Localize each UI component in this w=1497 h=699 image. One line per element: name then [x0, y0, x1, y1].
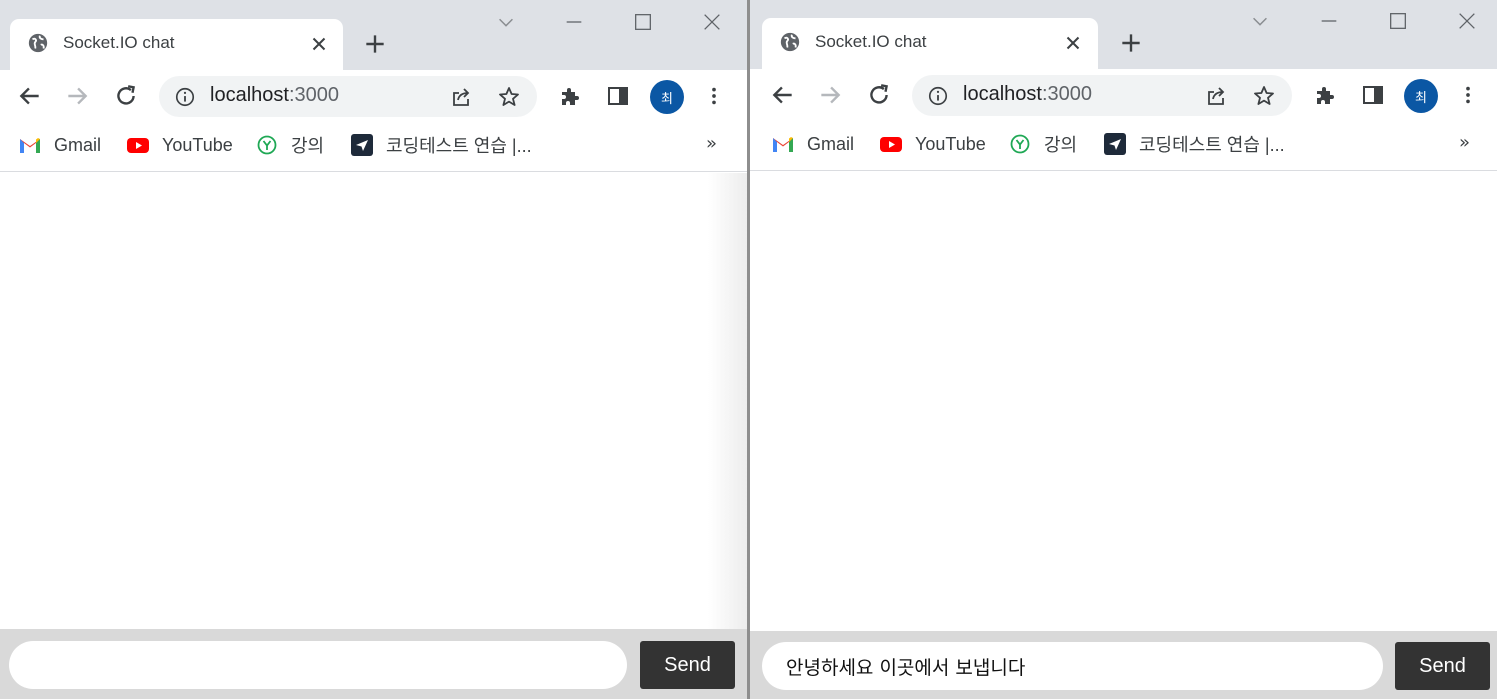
globe-icon: [28, 33, 48, 53]
new-tab-icon[interactable]: [1118, 30, 1144, 56]
reload-icon[interactable]: [113, 83, 139, 109]
reload-icon[interactable]: [866, 82, 892, 108]
bookmark-gmail[interactable]: Gmail: [771, 132, 854, 156]
programmers-icon: [351, 134, 373, 156]
send-button[interactable]: Send: [640, 641, 735, 689]
address-bar[interactable]: localhost:3000: [912, 75, 1292, 116]
close-window-icon[interactable]: [701, 11, 723, 33]
page-edge-shadow: [708, 173, 748, 699]
bookmark-youtube[interactable]: YouTube: [126, 133, 233, 157]
bookmarks-bar: Gmail YouTube 강의 코딩테스트 연습 |... »: [0, 123, 748, 172]
youtube-icon: [127, 138, 149, 153]
youtube-icon: [880, 137, 902, 152]
minimize-icon[interactable]: [1318, 10, 1340, 32]
url-text: localhost:3000: [210, 84, 339, 106]
bookmark-lecture[interactable]: 강의: [255, 133, 324, 157]
bookmark-gmail[interactable]: Gmail: [18, 133, 101, 157]
gmail-icon: [773, 137, 793, 152]
minimize-icon[interactable]: [563, 11, 585, 33]
chat-form: 안녕하세요 이곳에서 보냅니다 Send: [750, 631, 1497, 699]
lecture-icon: [1010, 134, 1030, 154]
tab-strip: Socket.IO chat: [0, 0, 748, 71]
bookmark-lecture[interactable]: 강의: [1008, 132, 1077, 156]
bookmark-programmers[interactable]: 코딩테스트 연습 |...: [1103, 132, 1285, 156]
share-icon[interactable]: [1204, 84, 1228, 108]
bookmark-star-icon[interactable]: [1252, 84, 1276, 108]
tab-search-icon[interactable]: [495, 11, 517, 33]
close-tab-icon[interactable]: [308, 33, 330, 55]
message-input[interactable]: 안녕하세요 이곳에서 보냅니다: [762, 642, 1383, 690]
maximize-icon[interactable]: [632, 11, 654, 33]
message-input[interactable]: [9, 641, 627, 689]
maximize-icon[interactable]: [1387, 10, 1409, 32]
chat-page: Send: [0, 173, 748, 699]
tab-search-icon[interactable]: [1249, 10, 1271, 32]
bookmarks-overflow-button[interactable]: »: [706, 133, 717, 154]
back-icon[interactable]: [770, 82, 796, 108]
profile-avatar[interactable]: 최: [1404, 79, 1438, 113]
globe-icon: [780, 32, 800, 52]
lecture-icon: [257, 135, 277, 155]
programmers-icon: [1104, 133, 1126, 155]
extensions-icon[interactable]: [1313, 83, 1337, 107]
tab-title: Socket.IO chat: [815, 32, 927, 51]
gmail-icon: [20, 138, 40, 153]
more-menu-icon[interactable]: [1457, 83, 1479, 107]
tab-strip: Socket.IO chat: [750, 0, 1497, 70]
browser-toolbar: localhost:3000 최: [0, 70, 748, 123]
bookmark-star-icon[interactable]: [497, 85, 521, 109]
url-text: localhost:3000: [963, 83, 1092, 105]
close-tab-icon[interactable]: [1062, 32, 1084, 54]
browser-tab[interactable]: Socket.IO chat: [10, 19, 343, 71]
more-menu-icon[interactable]: [703, 84, 725, 108]
chat-page: 안녕하세요 이곳에서 보냅니다 Send: [750, 172, 1497, 699]
site-info-icon[interactable]: [174, 86, 196, 108]
address-bar[interactable]: localhost:3000: [159, 76, 537, 117]
extensions-icon[interactable]: [558, 84, 582, 108]
site-info-icon[interactable]: [927, 85, 949, 107]
browser-window-right: Socket.IO chat localhost:3000 최 Gmail Yo…: [750, 0, 1497, 699]
side-panel-icon[interactable]: [1361, 83, 1385, 107]
browser-toolbar: localhost:3000 최: [750, 69, 1497, 122]
profile-avatar[interactable]: 최: [650, 80, 684, 114]
new-tab-icon[interactable]: [362, 31, 388, 57]
side-panel-icon[interactable]: [606, 84, 630, 108]
tab-title: Socket.IO chat: [63, 33, 175, 52]
forward-icon[interactable]: [64, 83, 90, 109]
chat-form: Send: [0, 629, 748, 699]
browser-tab[interactable]: Socket.IO chat: [762, 18, 1098, 70]
back-icon[interactable]: [17, 83, 43, 109]
close-window-icon[interactable]: [1456, 10, 1478, 32]
bookmarks-bar: Gmail YouTube 강의 코딩테스트 연습 |... »: [750, 122, 1497, 171]
browser-window-left: Socket.IO chat localhost:3000 최 Gmail Yo…: [0, 0, 748, 699]
send-button[interactable]: Send: [1395, 642, 1490, 690]
share-icon[interactable]: [449, 85, 473, 109]
bookmark-programmers[interactable]: 코딩테스트 연습 |...: [350, 133, 532, 157]
bookmark-youtube[interactable]: YouTube: [879, 132, 986, 156]
bookmarks-overflow-button[interactable]: »: [1459, 132, 1470, 153]
forward-icon[interactable]: [817, 82, 843, 108]
